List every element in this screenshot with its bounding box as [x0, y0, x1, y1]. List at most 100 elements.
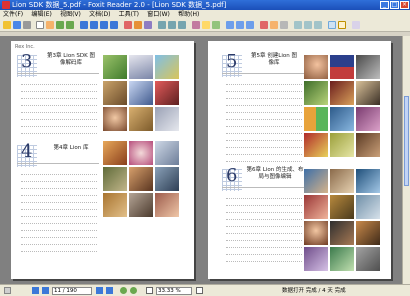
bookmark-icon[interactable]	[202, 21, 210, 29]
toc-entry	[21, 176, 97, 182]
toc-entry	[21, 246, 97, 252]
stamp-icon[interactable]	[260, 21, 268, 29]
thumbnail-image	[103, 141, 127, 165]
toc-entry	[226, 256, 302, 262]
page-number-input[interactable]: 11 / 190	[52, 287, 92, 295]
zoom-in-icon[interactable]	[196, 287, 203, 294]
maximize-button[interactable]: □	[390, 1, 399, 9]
chapter-number: 4	[21, 141, 33, 162]
thumbnail-image	[129, 107, 153, 131]
close-button[interactable]: ×	[400, 1, 409, 9]
note-tool-icon[interactable]	[236, 21, 244, 29]
rectangle-tool-icon[interactable]	[304, 21, 312, 29]
thumbnail-image	[356, 133, 380, 157]
toc-entry	[226, 193, 302, 199]
menu-tools[interactable]: 工具(T)	[116, 10, 142, 19]
thumbnail-image	[304, 195, 328, 219]
toc-entry	[21, 190, 97, 196]
toc-entry	[226, 207, 302, 213]
thumbnail-image	[304, 221, 328, 245]
thumbnail-image	[330, 55, 354, 79]
hand-tool-icon[interactable]	[46, 21, 54, 29]
attach-icon[interactable]	[328, 21, 336, 29]
zoom-out-icon[interactable]	[146, 287, 153, 294]
thumbnail-image	[155, 141, 179, 165]
select-tool-icon[interactable]	[36, 21, 44, 29]
rotate-icon[interactable]	[144, 21, 152, 29]
chapter-rule	[222, 187, 304, 188]
save-icon[interactable]	[13, 21, 21, 29]
last-page-icon[interactable]	[110, 21, 118, 29]
scrollbar-thumb[interactable]	[404, 96, 409, 186]
continuous-icon[interactable]	[168, 21, 176, 29]
fit-page-icon[interactable]	[124, 21, 132, 29]
open-icon[interactable]	[3, 21, 11, 29]
line-tool-icon[interactable]	[294, 21, 302, 29]
menu-window[interactable]: 窗口(W)	[144, 10, 173, 19]
thumbnail-image	[103, 107, 127, 131]
toc-entry	[21, 239, 97, 245]
thumbnail-image	[304, 55, 328, 79]
toc-entry	[226, 135, 302, 141]
toc-entry	[226, 242, 302, 248]
pencil-icon[interactable]	[270, 21, 278, 29]
toc-entry	[226, 114, 302, 120]
find-icon[interactable]	[192, 21, 200, 29]
menu-document[interactable]: 文档(D)	[86, 10, 113, 19]
single-page-icon[interactable]	[158, 21, 166, 29]
first-page-icon[interactable]	[80, 21, 88, 29]
thumbnail-image	[129, 141, 153, 165]
zoom-out-icon[interactable]	[66, 21, 74, 29]
toc-entry	[226, 235, 302, 241]
chapter-rule	[222, 73, 304, 74]
toc-entry	[21, 107, 97, 113]
thumbnail-image	[356, 107, 380, 131]
toc-entry	[21, 86, 97, 92]
toc-entry	[226, 214, 302, 220]
page-right: 5 第5章 创建Lion 图 像库 6 第6章 Lion 的生成、布 局与图像编…	[208, 41, 391, 279]
document-viewport[interactable]: Rex Inc. 3 第3章 Lion SDK 图 像解码库 4 第4章 Lio…	[0, 36, 402, 284]
last-page-icon[interactable]	[106, 287, 113, 294]
zoom-level-select[interactable]: 33.33 %	[156, 287, 192, 295]
minimize-button[interactable]: _	[380, 1, 389, 9]
next-page-icon[interactable]	[100, 21, 108, 29]
vertical-scrollbar[interactable]	[402, 36, 410, 284]
toc-entry	[226, 221, 302, 227]
thumbnail-image	[356, 221, 380, 245]
page-layout-icon[interactable]	[4, 287, 11, 294]
snapshot-icon[interactable]	[212, 21, 220, 29]
fit-width-icon[interactable]	[134, 21, 142, 29]
thumbnail-image	[304, 169, 328, 193]
title-bar[interactable]: Lion SDK 数据_5.pdf - Foxit Reader 2.0 - […	[0, 0, 410, 10]
print-icon[interactable]	[23, 21, 31, 29]
zoom-in-icon[interactable]	[56, 21, 64, 29]
thumbnail-image	[330, 81, 354, 105]
properties-icon[interactable]	[338, 21, 346, 29]
menu-file[interactable]: 文件(F)	[0, 10, 26, 19]
thumbnail-image	[304, 133, 328, 157]
go-forward-icon[interactable]	[130, 287, 137, 294]
previous-page-icon[interactable]	[90, 21, 98, 29]
toc-entry	[21, 218, 97, 224]
thumbnail-image	[330, 247, 354, 271]
toc-entry	[226, 142, 302, 148]
toc-entry	[226, 86, 302, 92]
next-page-icon[interactable]	[96, 287, 103, 294]
go-back-icon[interactable]	[120, 287, 127, 294]
previous-page-icon[interactable]	[42, 287, 49, 294]
oval-tool-icon[interactable]	[314, 21, 322, 29]
toc-entry	[21, 121, 97, 127]
menu-help[interactable]: 帮助(H)	[175, 10, 202, 19]
menu-edit[interactable]: 编辑(E)	[28, 10, 54, 19]
menu-view[interactable]: 视图(V)	[57, 10, 84, 19]
chapter-number: 3	[21, 51, 33, 72]
thumbnail-image	[330, 195, 354, 219]
help-icon[interactable]	[352, 21, 360, 29]
text-tool-icon[interactable]	[226, 21, 234, 29]
thumbnail-image	[155, 167, 179, 191]
first-page-icon[interactable]	[32, 287, 39, 294]
facing-pages-icon[interactable]	[178, 21, 186, 29]
highlight-icon[interactable]	[246, 21, 254, 29]
thumbnail-image	[129, 193, 153, 217]
eraser-icon[interactable]	[280, 21, 288, 29]
